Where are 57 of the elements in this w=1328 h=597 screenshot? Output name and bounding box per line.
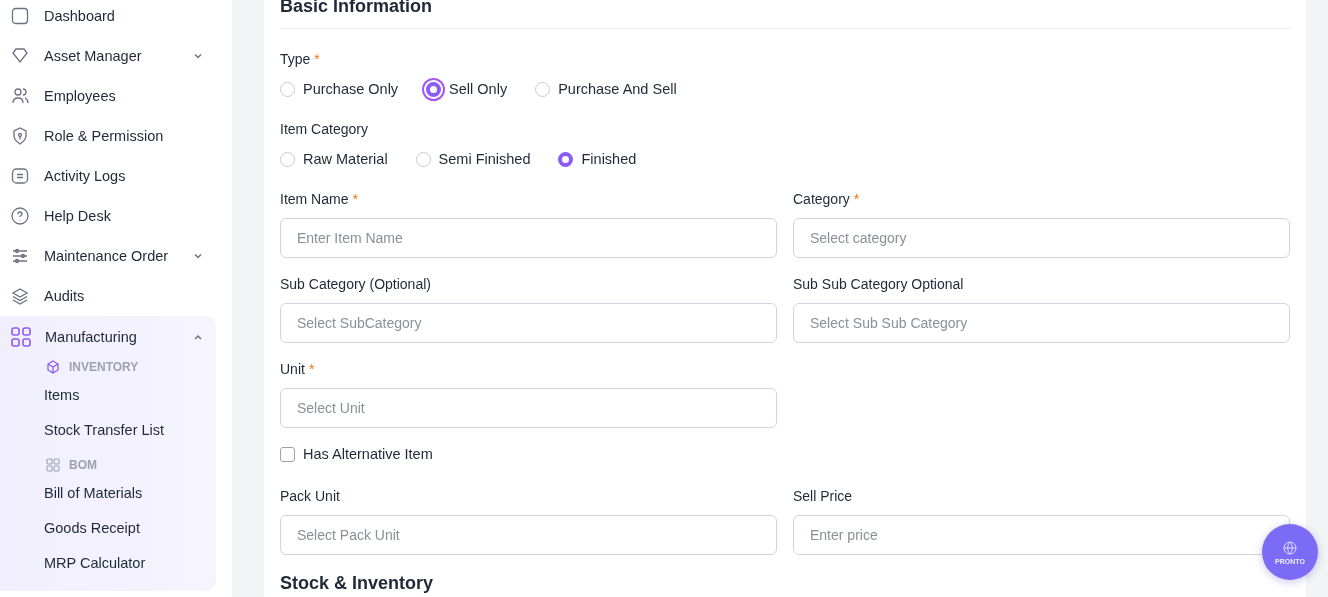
sidebar-item[interactable]: Dashboard <box>0 0 216 36</box>
radio-option[interactable]: Purchase Only <box>280 81 399 97</box>
required-mark: * <box>853 191 860 207</box>
field-label: Type <box>280 51 311 67</box>
sidebar-item[interactable]: Manufacturing <box>0 316 216 356</box>
required-mark: * <box>314 51 320 67</box>
sidebar-subitem[interactable]: MRP Calculator <box>0 546 216 581</box>
users-icon <box>10 86 30 106</box>
sidebar-subitem[interactable]: Goods Receipt <box>0 511 216 546</box>
checkbox[interactable] <box>280 446 295 462</box>
shield-icon <box>10 126 30 146</box>
required-mark: * <box>352 191 358 207</box>
help-icon <box>10 206 30 226</box>
checkbox-option[interactable]: Has Alternative Item <box>280 446 1290 462</box>
input-field[interactable]: Enter price <box>793 515 1290 555</box>
radio-option[interactable]: Purchase And Sell <box>535 81 677 97</box>
dashboard-icon <box>10 6 30 26</box>
field-label: Category <box>793 191 850 207</box>
list-icon <box>10 166 30 186</box>
sidebar-item[interactable]: Asset Manager <box>0 36 216 76</box>
section-heading: INVENTORY <box>69 360 139 374</box>
section-heading: BOM <box>69 458 97 472</box>
radio-button[interactable] <box>558 151 574 167</box>
input-field[interactable]: Select category <box>793 218 1290 258</box>
sidebar-item[interactable]: Employees <box>0 76 216 116</box>
radio-option[interactable]: Raw Material <box>280 151 388 167</box>
field-label: Item Category <box>280 121 368 137</box>
radio-option[interactable]: Semi Finished <box>415 151 531 167</box>
required-mark: * <box>308 361 315 377</box>
layers-icon <box>10 286 30 306</box>
section-title: Stock & Inventory <box>280 573 435 595</box>
field-label: Sell Price <box>793 488 853 504</box>
box-icon <box>46 360 60 374</box>
input-field[interactable]: Select SubCategory <box>280 303 777 343</box>
input-field[interactable]: Select Sub Sub Category <box>793 303 1290 343</box>
input-field[interactable]: Select Pack Unit <box>280 515 777 555</box>
radio-option[interactable]: Sell Only <box>426 81 508 97</box>
sidebar-item[interactable]: Maintenance Order <box>0 236 216 276</box>
sidebar-item[interactable]: Help Desk <box>0 196 216 236</box>
grid-icon <box>46 458 60 472</box>
globe-icon <box>1282 539 1298 556</box>
field-label: Unit <box>280 361 305 377</box>
sidebar-item[interactable]: Audits <box>0 276 216 316</box>
sliders-icon <box>10 246 30 266</box>
sidebar-item[interactable]: Role & Permission <box>0 116 216 156</box>
input-field[interactable]: Select Unit <box>280 388 777 428</box>
field-label: Item Name <box>280 191 349 207</box>
sidebar-subitem[interactable]: Items <box>0 378 216 413</box>
input-field[interactable]: Enter Item Name <box>280 218 777 258</box>
sidebar-subitem[interactable]: Bill of Materials <box>0 476 216 511</box>
sidebar-item[interactable]: Activity Logs <box>0 156 216 196</box>
sidebar-subitem[interactable]: Stock Transfer List <box>0 413 216 448</box>
field-label: Sub Category (Optional) <box>280 276 431 292</box>
field-label: Pack Unit <box>280 488 340 504</box>
radio-option[interactable]: Finished <box>558 151 637 167</box>
field-label: Sub Sub Category Optional <box>793 276 964 292</box>
grid-icon <box>10 326 32 348</box>
